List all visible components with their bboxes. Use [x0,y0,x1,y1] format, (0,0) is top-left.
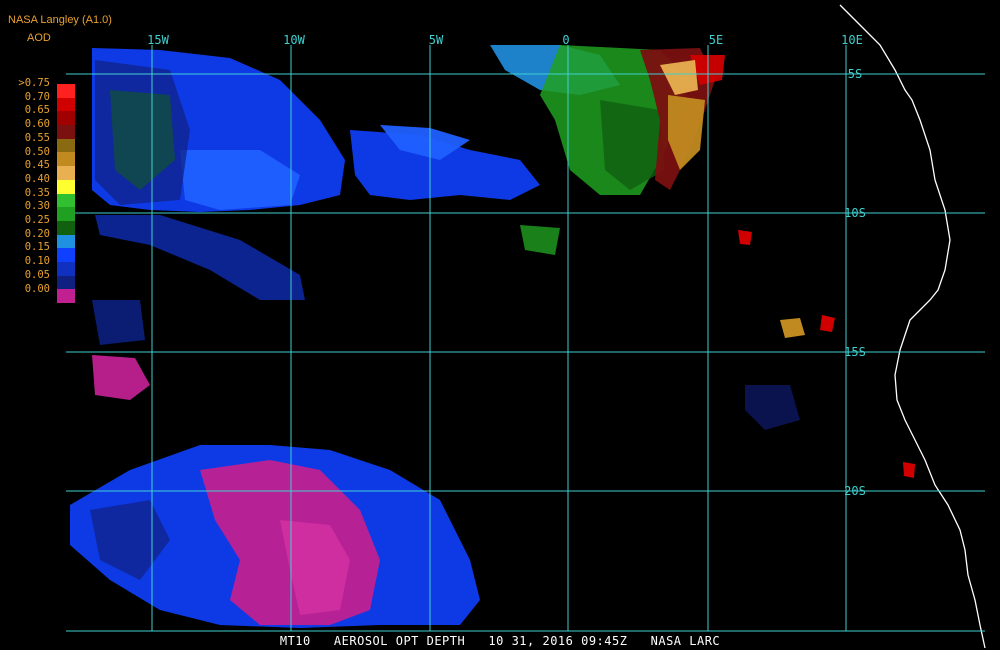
lat-label: 5S [848,67,862,81]
legend-swatch [57,275,75,290]
legend-label: 0.10 [24,255,50,268]
legend-label: 0.45 [24,159,50,172]
legend-label: 0.05 [24,268,50,281]
legend-label: 0.25 [24,214,50,226]
source-label: NASA Langley (A1.0) [8,14,112,26]
legend-swatch [57,97,75,112]
legend-swatch [57,84,75,98]
legend-label: 0.20 [24,227,50,240]
legend-label: 0.00 [24,282,50,295]
legend-swatch [57,234,75,249]
legend-label: 0.50 [24,145,50,158]
legend-label: 0.15 [24,241,50,254]
legend-label: 0.30 [24,200,50,213]
legend-swatch [57,207,75,221]
lon-label: 10W [283,33,305,47]
lat-label: 10S [844,206,866,220]
lat-label: 20S [844,484,866,498]
legend-swatch [57,138,75,153]
legend-label: 0.60 [24,118,50,131]
legend-label: >0.75 [18,77,50,89]
legend-label: 0.35 [24,186,50,199]
legend-label: 0.40 [24,172,50,185]
legend-swatch [57,261,75,276]
legend-label: 0.55 [24,131,50,144]
lon-label: 0 [562,33,569,47]
lat-label: 15S [844,345,866,359]
lon-label: 5W [429,33,444,47]
legend-swatch [57,220,75,235]
lon-label: 5E [709,33,723,47]
product-label: AOD [27,32,51,44]
legend-swatch [57,166,75,180]
legend-label: 0.65 [24,104,50,117]
legend-swatch [57,179,75,194]
lon-label: 10E [841,33,863,47]
legend-swatch [57,289,75,303]
legend-label: 0.70 [24,90,50,103]
lon-label: 15W [147,33,169,47]
color-scale [57,84,75,303]
aerosol-map: 15W 10W 5W 0 5E 10E 5S 10S 15S 20S [0,0,1000,650]
legend-swatch [57,248,75,262]
legend-swatch [57,193,75,208]
footer-caption: MT10 AEROSOL OPT DEPTH 10 31, 2016 09:45… [279,634,721,648]
legend-swatch [57,125,75,139]
legend-swatch [57,152,75,167]
legend-swatch [57,111,75,126]
